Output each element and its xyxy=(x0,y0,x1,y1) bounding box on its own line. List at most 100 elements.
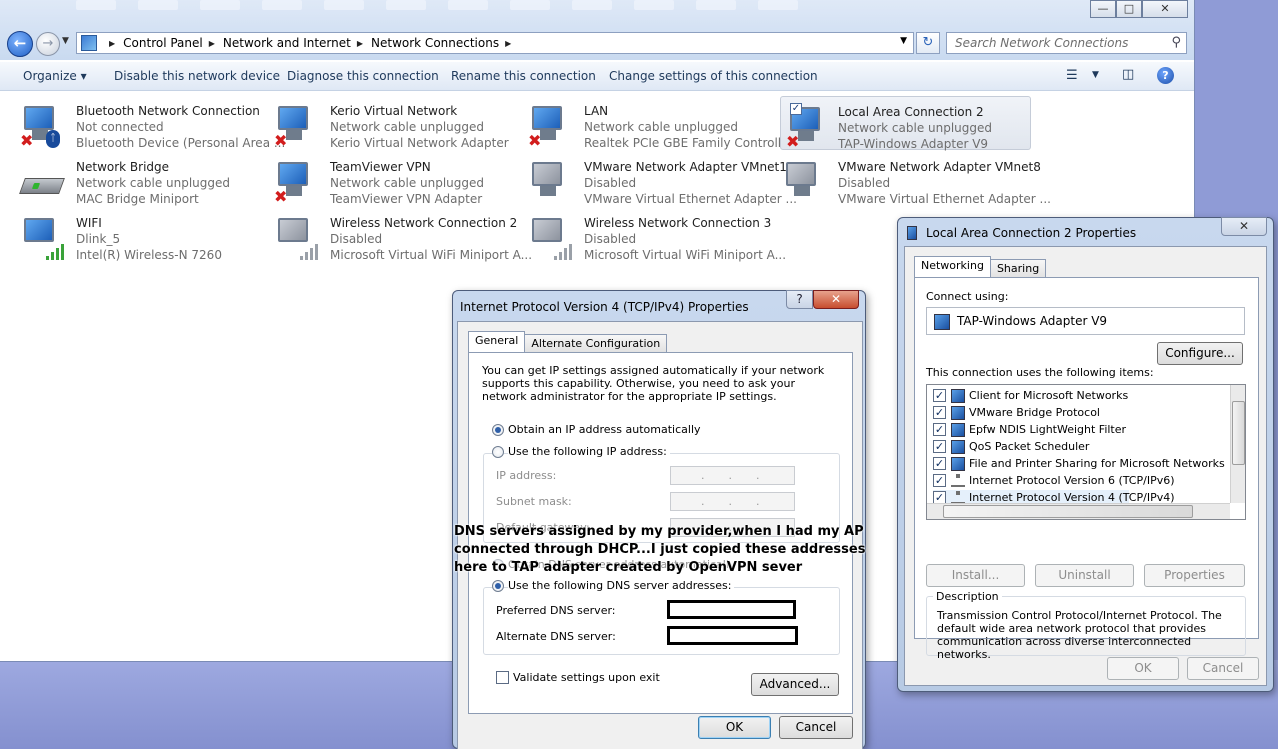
diagnose-button[interactable]: Diagnose this connection xyxy=(287,69,439,83)
description-text: Transmission Control Protocol/Internet P… xyxy=(937,609,1222,661)
connection-wireless-3[interactable]: Wireless Network Connection 3 Disabled M… xyxy=(508,208,786,262)
item-label: Client for Microsoft Networks xyxy=(969,389,1129,402)
view-dropdown-icon[interactable]: ▼ xyxy=(1092,70,1099,80)
ip-address-field[interactable]: ... xyxy=(670,466,795,485)
wifi-disabled-icon xyxy=(274,216,318,260)
connection-name: VMware Network Adapter VMnet8 xyxy=(838,160,1041,174)
selection-checkbox-icon[interactable]: ✓ xyxy=(790,103,802,115)
search-placeholder: Search Network Connections xyxy=(955,36,1129,50)
connection-properties-dialog: Local Area Connection 2 Properties ✕ Net… xyxy=(897,217,1274,692)
item-label: VMware Bridge Protocol xyxy=(969,406,1100,419)
connection-teamviewer[interactable]: ✖ TeamViewer VPN Network cable unplugged… xyxy=(254,152,506,206)
breadcrumb-chevron-icon[interactable]: ▶ xyxy=(109,39,115,48)
connection-wifi[interactable]: WIFI Dlink_5 Intel(R) Wireless-N 7260 xyxy=(0,208,252,262)
address-bar[interactable]: ▶ Control Panel ▶ Network and Internet ▶… xyxy=(76,32,914,54)
help-button[interactable]: ? xyxy=(786,290,813,309)
disconnected-x-icon: ✖ xyxy=(786,132,800,151)
minimize-button[interactable]: — xyxy=(1090,0,1116,18)
adapter-name: TAP-Windows Adapter V9 xyxy=(957,314,1108,328)
network-component-icon xyxy=(951,389,965,403)
subnet-mask-field[interactable]: ... xyxy=(670,492,795,511)
cancel-button[interactable]: Cancel xyxy=(779,716,853,739)
description-group: Description Transmission Control Protoco… xyxy=(926,590,1246,661)
uninstall-button[interactable]: Uninstall xyxy=(1035,564,1134,587)
breadcrumb-network-and-internet[interactable]: Network and Internet xyxy=(223,36,351,50)
tab-sharing[interactable]: Sharing xyxy=(989,259,1047,277)
alternate-dns-label: Alternate DNS server: xyxy=(496,630,616,643)
connection-name: Wireless Network Connection 2 xyxy=(330,216,518,230)
network-monitor-disabled-icon xyxy=(528,160,572,204)
connection-vmnet1[interactable]: VMware Network Adapter VMnet1 Disabled V… xyxy=(508,152,797,206)
connection-bluetooth[interactable]: ✖ ᛏ Bluetooth Network Connection Not con… xyxy=(0,96,285,150)
vertical-scrollbar[interactable] xyxy=(1230,385,1245,503)
connection-network-bridge[interactable]: Network Bridge Network cable unplugged M… xyxy=(0,152,252,206)
connection-lan[interactable]: ✖ LAN Network cable unplugged Realtek PC… xyxy=(508,96,793,150)
connection-device: TAP-Windows Adapter V9 xyxy=(838,137,989,151)
install-button[interactable]: Install... xyxy=(926,564,1025,587)
item-checkbox[interactable]: ✓ xyxy=(933,457,946,470)
network-monitor-icon: ✖ xyxy=(274,160,318,205)
item-checkbox[interactable]: ✓ xyxy=(933,440,946,453)
connection-vmnet8[interactable]: VMware Network Adapter VMnet8 Disabled V… xyxy=(762,152,1051,206)
validate-checkbox[interactable] xyxy=(496,671,509,684)
breadcrumb-chevron-icon[interactable]: ▶ xyxy=(357,39,363,48)
tab-networking[interactable]: Networking xyxy=(914,256,991,277)
refresh-icon[interactable]: ↻ xyxy=(916,32,940,54)
search-icon[interactable]: ⚲ xyxy=(1171,35,1181,50)
use-dns-radio[interactable] xyxy=(492,580,504,592)
item-checkbox[interactable]: ✓ xyxy=(933,406,946,419)
change-settings-button[interactable]: Change settings of this connection xyxy=(609,69,818,83)
disconnected-x-icon: ✖ xyxy=(274,131,288,150)
connection-name: WIFI xyxy=(76,216,102,230)
connection-wireless-2[interactable]: Wireless Network Connection 2 Disabled M… xyxy=(254,208,532,262)
connection-local-area-2[interactable]: ✓ ✖ Local Area Connection 2 Network cabl… xyxy=(780,96,1031,151)
cancel-button[interactable]: Cancel xyxy=(1187,657,1259,680)
dialog-body: Networking Sharing Connect using: TAP-Wi… xyxy=(904,246,1267,686)
network-monitor-icon: ✖ ᛏ xyxy=(20,104,64,149)
item-label: Internet Protocol Version 6 (TCP/IPv6) xyxy=(969,474,1175,487)
close-button[interactable]: ✕ xyxy=(1221,217,1267,236)
item-checkbox[interactable]: ✓ xyxy=(933,474,946,487)
back-arrow-icon[interactable]: ← xyxy=(7,31,33,57)
item-checkbox[interactable]: ✓ xyxy=(933,423,946,436)
breadcrumb-chevron-icon[interactable]: ▶ xyxy=(505,39,511,48)
connection-status: Disabled xyxy=(838,176,891,190)
item-properties-button[interactable]: Properties xyxy=(1144,564,1245,587)
close-button[interactable]: ✕ xyxy=(1142,0,1188,18)
close-button[interactable]: ✕ xyxy=(813,290,859,309)
obtain-ip-radio[interactable] xyxy=(492,424,504,436)
preferred-dns-field-redacted[interactable] xyxy=(667,600,796,619)
preview-pane-icon[interactable]: ◫ xyxy=(1122,67,1134,82)
disable-device-button[interactable]: Disable this network device xyxy=(114,69,280,83)
tab-alternate-configuration[interactable]: Alternate Configuration xyxy=(524,334,668,352)
connection-status: Disabled xyxy=(330,232,383,246)
connection-status: Disabled xyxy=(584,232,637,246)
organize-menu[interactable]: Organize ▾ xyxy=(23,69,87,83)
use-ip-radio[interactable] xyxy=(492,446,504,458)
connection-kerio[interactable]: ✖ Kerio Virtual Network Network cable un… xyxy=(254,96,509,150)
configure-button[interactable]: Configure... xyxy=(1157,342,1243,365)
ok-button[interactable]: OK xyxy=(1107,657,1179,680)
connection-device: Realtek PCIe GBE Family Controller xyxy=(584,136,794,150)
scrollbar-thumb[interactable] xyxy=(943,505,1193,518)
breadcrumb-chevron-icon[interactable]: ▶ xyxy=(209,39,215,48)
item-checkbox[interactable]: ✓ xyxy=(933,389,946,402)
maximize-button[interactable]: □ xyxy=(1116,0,1142,18)
recent-pages-dropdown-icon[interactable]: ▼ xyxy=(62,36,69,46)
connection-status: Not connected xyxy=(76,120,164,134)
tab-general[interactable]: General xyxy=(468,331,526,352)
forward-arrow-icon[interactable]: → xyxy=(36,32,60,56)
advanced-button[interactable]: Advanced... xyxy=(751,673,839,696)
alternate-dns-field-redacted[interactable] xyxy=(667,626,798,645)
scrollbar-thumb[interactable] xyxy=(1232,401,1245,465)
help-icon[interactable]: ? xyxy=(1157,67,1174,84)
horizontal-scrollbar[interactable] xyxy=(927,503,1230,519)
rename-button[interactable]: Rename this connection xyxy=(451,69,596,83)
components-list[interactable]: ✓ Client for Microsoft Networks ✓ VMware B… xyxy=(926,384,1246,520)
breadcrumb-control-panel[interactable]: Control Panel xyxy=(123,36,203,50)
ok-button[interactable]: OK xyxy=(698,716,771,739)
search-input[interactable]: Search Network Connections ⚲ xyxy=(946,32,1187,54)
address-dropdown-icon[interactable]: ▼ xyxy=(900,36,907,46)
view-options-icon[interactable]: ☰ xyxy=(1066,68,1078,83)
breadcrumb-network-connections[interactable]: Network Connections xyxy=(371,36,499,50)
